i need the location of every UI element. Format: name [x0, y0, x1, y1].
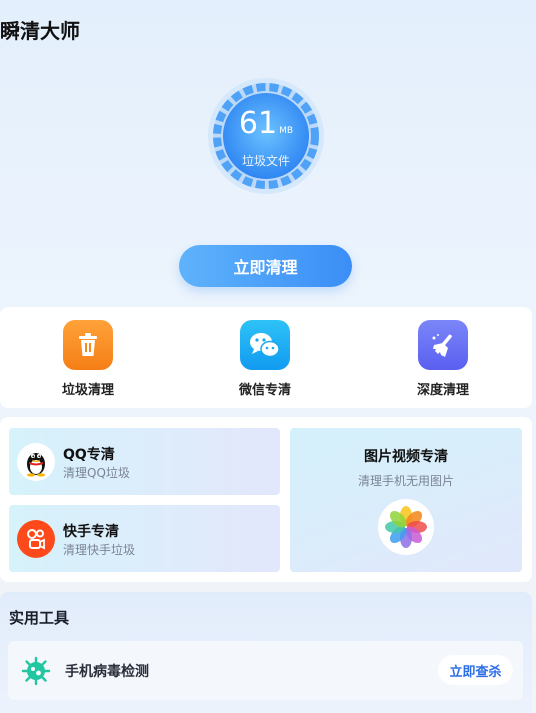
- quick-item-junk-clean[interactable]: 垃圾清理: [33, 320, 143, 398]
- photo-clean-title: 图片视频专清: [364, 449, 448, 465]
- qq-clean-subtitle: 清理QQ垃圾: [63, 466, 130, 480]
- quick-item-label: 垃圾清理: [61, 383, 114, 398]
- virus-scan-icon: [20, 655, 52, 687]
- tool-row-virus-scan[interactable]: 手机病毒检测 立即查杀: [8, 641, 523, 700]
- qq-clean-card[interactable]: QQ专清 清理QQ垃圾: [9, 428, 280, 495]
- kuaishou-clean-title: 快手专清: [63, 524, 119, 540]
- quick-item-deep-clean[interactable]: 深度清理: [388, 320, 498, 398]
- qq-clean-title: QQ专清: [63, 447, 115, 463]
- clean-now-button[interactable]: 立即清理: [179, 245, 352, 287]
- gauge-label: 垃圾文件: [241, 154, 290, 168]
- wechat-icon: [240, 320, 290, 370]
- tools-section-title: 实用工具: [9, 609, 70, 627]
- photos-flower-icon: [378, 499, 434, 555]
- kuaishou-icon: [17, 520, 55, 558]
- kuaishou-clean-subtitle: 清理快手垃圾: [63, 543, 136, 557]
- gauge-unit: MB: [279, 126, 294, 136]
- special-clean-card: QQ专清 清理QQ垃圾 快手专清 清理快手垃圾 图片视频专清 清理手机无用图片: [0, 417, 532, 582]
- photo-clean-subtitle: 清理手机无用图片: [357, 474, 454, 488]
- quick-item-label: 微信专清: [238, 383, 291, 398]
- quick-item-label: 深度清理: [416, 383, 469, 398]
- app-title: 瞬清大师: [0, 19, 80, 43]
- tool-label: 手机病毒检测: [65, 664, 149, 680]
- quick-item-wechat-clean[interactable]: 微信专清: [210, 320, 320, 398]
- tools-section: 实用工具 手机病毒检测 立即查杀: [0, 592, 532, 713]
- trash-icon: [63, 320, 113, 370]
- junk-gauge[interactable]: 61 MB 垃圾文件: [206, 76, 326, 196]
- gauge-value: 61: [238, 106, 278, 141]
- broom-icon: [418, 320, 468, 370]
- quick-actions-card: 垃圾清理 微信专清 深度清理: [0, 307, 532, 408]
- scan-now-button[interactable]: 立即查杀: [438, 655, 513, 685]
- qq-penguin-icon: [17, 443, 55, 481]
- kuaishou-clean-card[interactable]: 快手专清 清理快手垃圾: [9, 505, 280, 572]
- photo-video-clean-card[interactable]: 图片视频专清 清理手机无用图片: [290, 428, 522, 572]
